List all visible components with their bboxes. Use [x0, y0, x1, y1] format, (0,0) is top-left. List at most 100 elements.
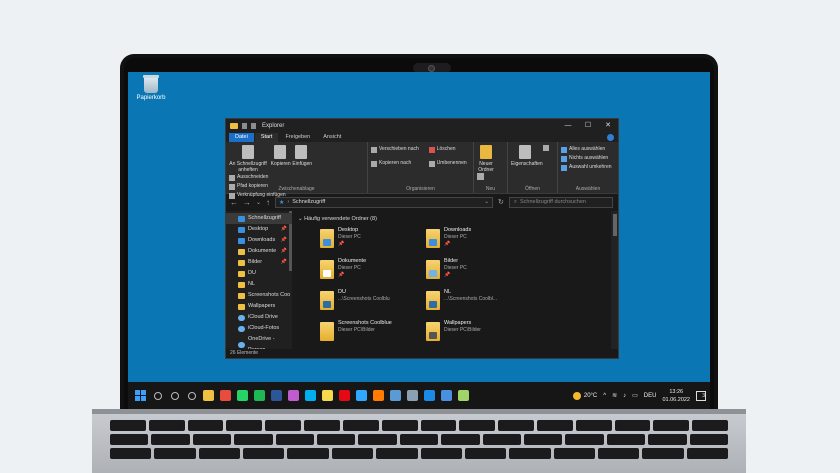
minimize-button[interactable]: — [558, 119, 578, 132]
cut-button[interactable]: Ausschneiden [229, 173, 286, 182]
sidebar-item-bilder[interactable]: Bilder 📌 [226, 257, 292, 268]
sidebar-item-onedrive-person[interactable]: OneDrive - Person [226, 334, 292, 349]
tab-freigeben[interactable]: Freigeben [279, 133, 316, 142]
photos-taskbar-icon[interactable] [387, 387, 404, 404]
explorer-taskbar-icon[interactable] [200, 387, 217, 404]
clock[interactable]: 13:26 01.06.2022 [662, 388, 690, 404]
weather-widget[interactable]: 20°C [572, 391, 597, 400]
delete-button[interactable]: Löschen [428, 145, 467, 154]
folder-icon [230, 122, 238, 129]
paste-button[interactable]: Einfügen [292, 145, 312, 167]
sidebar-item-du[interactable]: DU [226, 268, 292, 279]
recycle-bin-desktop-icon[interactable]: Papierkorb [136, 75, 166, 101]
sidebar-item-nl[interactable]: NL [226, 279, 292, 290]
folder-tile[interactable]: Downloads Dieser PC 📌 [426, 227, 532, 252]
properties-button[interactable]: Eigenschaften [511, 145, 543, 167]
tab-datei[interactable]: Datei [229, 133, 254, 142]
chrome-taskbar-icon[interactable] [217, 387, 234, 404]
notification-center-icon[interactable]: 3 [696, 390, 706, 401]
sidebar-item-schnellzugriff[interactable]: Schnellzugriff [226, 213, 292, 224]
lightroom-taskbar-icon[interactable] [353, 387, 370, 404]
word-taskbar-icon[interactable] [268, 387, 285, 404]
rename-button[interactable]: Umbenennen [428, 159, 467, 168]
ribbon: An Schnellzugriff anheften Kopieren Einf… [226, 142, 618, 199]
sidebar-item-desktop[interactable]: Desktop 📌 [226, 224, 292, 235]
open-group: Eigenschaften Öffnen [508, 142, 558, 193]
color-picker-taskbar-icon[interactable] [285, 387, 302, 404]
folder-tile[interactable]: DU ...\Screenshots Coolblu [320, 289, 426, 314]
title-bar: Explorer — ☐ ✕ [226, 119, 618, 132]
paint-taskbar-icon[interactable] [455, 387, 472, 404]
help-icon[interactable] [607, 134, 614, 141]
new-item-icon[interactable] [477, 173, 484, 180]
pin-icon: 📌 [280, 226, 287, 232]
sidebar-item-wallpapers[interactable]: Wallpapers [226, 301, 292, 312]
select-none-button[interactable]: Nichts auswählen [561, 154, 615, 163]
folder-tile[interactable]: Screenshots Coolblue Dieser PC\Bilder [320, 320, 426, 345]
paste-shortcut-button[interactable]: Verknüpfung einfügen [229, 191, 286, 200]
settings-taskbar-icon[interactable] [438, 387, 455, 404]
refresh-icon[interactable]: ↻ [498, 198, 504, 206]
illustrator-taskbar-icon[interactable] [370, 387, 387, 404]
folder-icon [426, 260, 440, 279]
taskview-taskbar-icon[interactable] [183, 387, 200, 404]
language-indicator[interactable]: DEU [644, 393, 657, 399]
folder-tile[interactable]: Desktop Dieser PC 📌 [320, 227, 426, 252]
maximize-button[interactable]: ☐ [578, 119, 598, 132]
item-count: 26 Elemente [230, 350, 259, 356]
folder-tile[interactable]: NL ...\Screenshots Coolbl... [426, 289, 532, 314]
sidebar-item-dokumente[interactable]: Dokumente 📌 [226, 246, 292, 257]
skype-taskbar-icon[interactable] [302, 387, 319, 404]
move-to-button[interactable]: Verschieben nach [371, 145, 427, 154]
address-bar[interactable]: ★ › Schnellzugriff ⌄ [275, 196, 494, 208]
new-folder-button[interactable]: Neuer Ordner [477, 145, 495, 173]
folder-name: Bilder [444, 258, 459, 264]
spotify-taskbar-icon[interactable] [251, 387, 268, 404]
copy-to-button[interactable]: Kopieren nach [371, 159, 427, 168]
sticky-notes-taskbar-icon[interactable] [319, 387, 336, 404]
folder-name: Screenshots Coolblue [338, 320, 392, 326]
sidebar-item-label: Wallpapers [248, 303, 276, 309]
tab-ansicht[interactable]: Ansicht [317, 133, 347, 142]
start-button[interactable] [132, 387, 149, 404]
sidebar-item-screenshots-coo[interactable]: Screenshots Coo [226, 290, 292, 301]
breadcrumb-path: Schnellzugriff [292, 199, 326, 205]
sidebar-item-downloads[interactable]: Downloads 📌 [226, 235, 292, 246]
organize-group: Verschieben nach Kopieren nach Löschen U… [368, 142, 474, 193]
content-scrollbar[interactable] [611, 211, 618, 349]
folder-tile[interactable]: Dokumente Dieser PC 📌 [320, 258, 426, 283]
group-label: Organisieren [406, 186, 435, 192]
search-taskbar-icon[interactable] [149, 387, 166, 404]
select-all-button[interactable]: Alles auswählen [561, 145, 615, 154]
sidebar-item-icloud-drive[interactable]: iCloud Drive [226, 312, 292, 323]
folder-tile[interactable]: Wallpapers Dieser PC\Bilder [426, 320, 532, 345]
invert-selection-button[interactable]: Auswahl umkehren [561, 163, 615, 172]
chevron-up-icon[interactable]: ^ [603, 393, 606, 399]
clipboard-group: An Schnellzugriff anheften Kopieren Einf… [226, 142, 368, 199]
new-folder-quick-icon[interactable] [251, 122, 256, 129]
printer-taskbar-icon[interactable] [404, 387, 421, 404]
tab-start[interactable]: Start [254, 133, 279, 142]
address-dropdown-icon[interactable]: ⌄ [484, 199, 489, 205]
netflix-taskbar-icon[interactable] [336, 387, 353, 404]
pin-quick-access-button[interactable]: An Schnellzugriff anheften [229, 145, 267, 173]
whatsapp-taskbar-icon[interactable] [234, 387, 251, 404]
folder-tile[interactable]: Bilder Dieser PC 📌 [426, 258, 532, 283]
search-input[interactable]: ⌕ Schnellzugriff durchsuchen [508, 196, 613, 208]
copy-button[interactable]: Kopieren [271, 145, 291, 167]
sidebar-item-icloud-fotos[interactable]: iCloud-Fotos [226, 323, 292, 334]
battery-icon[interactable]: ▭ [632, 392, 638, 399]
cortana-taskbar-icon[interactable] [166, 387, 183, 404]
move-icon [371, 146, 377, 153]
folder-location: Dieser PC\Bilder [444, 327, 481, 333]
volume-icon[interactable]: ♪ [623, 393, 626, 399]
section-header[interactable]: ⌄ Häufig verwendete Ordner (8) [298, 216, 618, 222]
close-button[interactable]: ✕ [598, 119, 618, 132]
select-group: Alles auswählen Nichts auswählen Auswahl… [558, 142, 618, 193]
wifi-icon[interactable]: ≋ [612, 392, 617, 399]
properties-quick-icon[interactable] [242, 122, 247, 129]
onedrive-taskbar-icon[interactable] [421, 387, 438, 404]
group-label: Zwischenablage [278, 186, 315, 192]
recycle-bin-icon [143, 75, 159, 93]
open-icon[interactable] [542, 145, 549, 151]
